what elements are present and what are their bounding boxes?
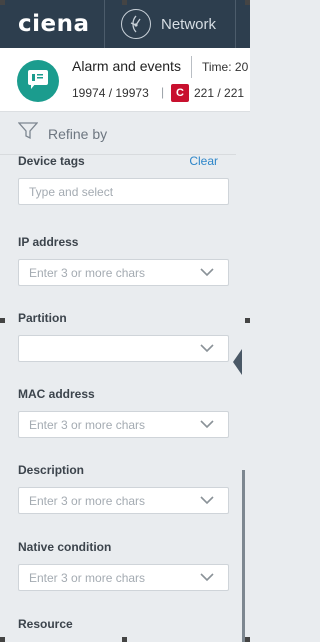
- alarm-chat-icon: [17, 60, 59, 102]
- description-placeholder: Enter 3 or more chars: [29, 493, 146, 508]
- critical-severity-badge[interactable]: C: [171, 84, 189, 102]
- mac-address-filter: MAC address Enter 3 or more chars: [18, 387, 230, 438]
- resize-handle: [122, 637, 127, 642]
- resize-handle: [245, 0, 250, 5]
- top-navigation-bar: ciena Network: [0, 0, 250, 48]
- chevron-down-icon[interactable]: [200, 268, 214, 277]
- native-condition-input[interactable]: Enter 3 or more chars: [18, 564, 229, 591]
- native-condition-placeholder: Enter 3 or more chars: [29, 570, 146, 585]
- time-label[interactable]: Time: 20: [202, 60, 248, 74]
- description-label: Description: [18, 463, 85, 477]
- network-nav-label: Network: [161, 15, 217, 33]
- ip-address-input[interactable]: Enter 3 or more chars: [18, 259, 229, 286]
- clear-link[interactable]: Clear: [189, 154, 218, 168]
- ciena-logo: ciena: [18, 11, 90, 37]
- chevron-down-icon[interactable]: [200, 573, 214, 582]
- alarms-header-card: Alarm and events Time: 20 19974 / 19973 …: [0, 48, 250, 112]
- native-condition-filter: Native condition Enter 3 or more chars: [18, 540, 230, 591]
- collapse-panel-handle[interactable]: [233, 349, 242, 375]
- resource-filter: Resource: [18, 617, 230, 631]
- mac-address-placeholder: Enter 3 or more chars: [29, 417, 146, 432]
- device-tags-input[interactable]: Type and select: [18, 178, 229, 205]
- resize-handle: [0, 318, 5, 323]
- resize-handle: [245, 637, 250, 642]
- ip-address-placeholder: Enter 3 or more chars: [29, 265, 146, 280]
- refine-by-label: Refine by: [48, 125, 108, 142]
- header-divider: [191, 56, 192, 78]
- alarm-filter-panel: ciena Network Alarm and events Time: 20 …: [0, 0, 250, 642]
- chevron-down-icon[interactable]: [200, 344, 214, 353]
- resize-handle: [0, 0, 5, 5]
- chevron-down-icon[interactable]: [200, 496, 214, 505]
- counts-divider: |: [161, 85, 165, 99]
- description-filter: Description Enter 3 or more chars: [18, 463, 230, 514]
- mac-address-input[interactable]: Enter 3 or more chars: [18, 411, 229, 438]
- native-condition-label: Native condition: [18, 540, 112, 554]
- refine-by-bar[interactable]: Refine by: [0, 113, 236, 155]
- resize-handle: [0, 637, 5, 642]
- chevron-down-icon[interactable]: [200, 420, 214, 429]
- critical-count: 221 / 221: [194, 86, 245, 100]
- nav-divider-right: [235, 0, 236, 48]
- resource-label: Resource: [18, 617, 73, 631]
- network-globe-icon: [121, 9, 151, 39]
- partition-select[interactable]: [18, 335, 229, 362]
- device-tags-filter: Device tags Clear Type and select: [18, 154, 230, 205]
- ip-address-filter: IP address Enter 3 or more chars: [18, 235, 230, 286]
- alarm-counts: 19974 / 19973: [72, 86, 149, 100]
- network-nav-item[interactable]: Network: [105, 0, 235, 48]
- scrollbar-thumb[interactable]: [242, 470, 245, 642]
- partition-label: Partition: [18, 311, 67, 325]
- resize-handle: [122, 0, 127, 5]
- mac-address-label: MAC address: [18, 387, 95, 401]
- ip-address-label: IP address: [18, 235, 79, 249]
- filter-funnel-icon: [17, 122, 39, 145]
- page-title: Alarm and events: [72, 58, 181, 74]
- description-input[interactable]: Enter 3 or more chars: [18, 487, 229, 514]
- partition-filter: Partition: [18, 311, 230, 362]
- resize-handle: [245, 318, 250, 323]
